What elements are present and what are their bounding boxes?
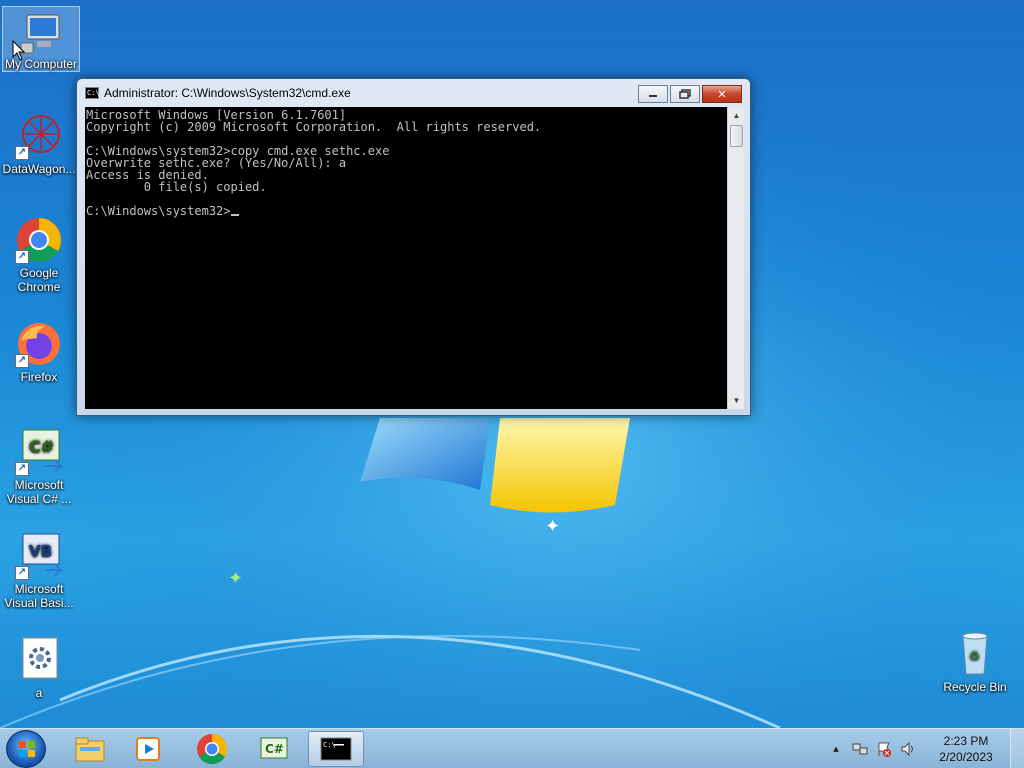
action-center-flag-icon[interactable]: [876, 741, 892, 757]
taskbar-media-player[interactable]: [120, 731, 176, 767]
desktop-icon-visual-csharp[interactable]: C# ↗ Microsoft Visual C# ...: [0, 428, 78, 506]
windows-logo-icon: [19, 741, 35, 757]
close-icon: ✕: [717, 88, 727, 101]
visual-csharp-icon: C#: [260, 737, 288, 759]
svg-text:C#: C#: [265, 742, 284, 756]
console-line: 0 file(s) copied.: [86, 180, 267, 194]
shortcut-arrow-icon: ↗: [15, 566, 29, 580]
desktop-icon-label: Firefox: [20, 370, 58, 384]
clock[interactable]: 2:23 PM 2/20/2023: [926, 733, 1006, 765]
maximize-button[interactable]: [670, 85, 700, 103]
start-button[interactable]: [6, 730, 46, 768]
svg-text:♻: ♻: [969, 649, 980, 663]
desktop-icon-label: Google Chrome: [17, 266, 61, 294]
minimize-icon: [649, 95, 657, 97]
network-icon[interactable]: [852, 741, 868, 757]
console-line: Copyright (c) 2009 Microsoft Corporation…: [86, 120, 542, 134]
minimize-button[interactable]: [638, 85, 668, 103]
svg-text:✦: ✦: [545, 516, 560, 537]
datawagon-icon: ↗: [15, 112, 63, 160]
desktop-icon-recycle-bin[interactable]: ♻ Recycle Bin: [936, 630, 1014, 694]
console-prompt-line[interactable]: C:\Windows\system32>: [86, 205, 726, 217]
desktop-icon-a[interactable]: a: [0, 636, 78, 700]
clock-time: 2:23 PM: [943, 734, 989, 748]
scroll-up-arrow-icon[interactable]: ▲: [728, 107, 745, 124]
show-hidden-icons-icon[interactable]: ▴: [828, 741, 844, 757]
restore-icon: [679, 89, 691, 99]
visual-csharp-icon: C# ↗: [15, 428, 64, 476]
taskbar-cmd[interactable]: C:\: [308, 731, 364, 767]
scroll-down-arrow-icon[interactable]: ▼: [728, 392, 745, 409]
chrome-icon: [197, 734, 228, 765]
desktop-icon-my-computer[interactable]: My Computer: [2, 6, 80, 72]
desktop-icon-label: Microsoft Visual C# ...: [6, 478, 72, 506]
window-titlebar[interactable]: C:\ Administrator: C:\Windows\System32\c…: [77, 79, 750, 107]
recycle-bin-icon: ♻: [951, 630, 999, 678]
svg-text:C#: C#: [29, 437, 54, 456]
desktop-icon-label: a: [35, 686, 43, 700]
firefox-icon: ↗: [15, 320, 63, 368]
system-tray: ▴ 2:23 PM 2/20/2023: [824, 729, 1024, 768]
clock-date: 2/20/2023: [939, 750, 993, 764]
show-desktop-button[interactable]: [1010, 729, 1024, 768]
desktop-icon-datawagon[interactable]: ↗ DataWagon...: [0, 112, 78, 176]
folder-icon: [75, 737, 105, 762]
console-prompt: C:\Windows\system32>: [86, 204, 231, 218]
text-cursor: [230, 214, 239, 216]
taskbar-visual-csharp[interactable]: C#: [246, 731, 302, 767]
volume-icon[interactable]: [900, 741, 916, 757]
shortcut-arrow-icon: ↗: [15, 354, 29, 368]
cmd-icon: C:\: [320, 737, 352, 761]
media-player-icon: [136, 737, 160, 761]
desktop-icon-label: DataWagon...: [2, 162, 76, 176]
cmd-window[interactable]: C:\ Administrator: C:\Windows\System32\c…: [76, 78, 751, 416]
shortcut-arrow-icon: ↗: [15, 146, 29, 160]
shortcut-arrow-icon: ↗: [15, 462, 29, 476]
shortcut-arrow-icon: ↗: [15, 250, 29, 264]
visual-basic-icon: VB ↗: [15, 532, 64, 580]
chrome-icon: ↗: [15, 216, 63, 264]
svg-text:C:\: C:\: [323, 741, 336, 749]
taskbar-chrome[interactable]: [184, 731, 240, 767]
mouse-cursor-icon: [12, 40, 26, 61]
desktop-icon-firefox[interactable]: ↗ Firefox: [0, 320, 78, 384]
settings-file-icon: [15, 636, 63, 684]
taskbar: C# C:\ ▴ 2:23 PM 2/20/2023: [0, 728, 1024, 768]
window-title: Administrator: C:\Windows\System32\cmd.e…: [104, 86, 351, 100]
svg-text:✦: ✦: [228, 568, 243, 589]
desktop-icon-label: Microsoft Visual Basi...: [4, 582, 74, 610]
cmd-app-icon: C:\: [85, 87, 100, 99]
console-output[interactable]: Microsoft Windows [Version 6.1.7601] Copy…: [85, 107, 727, 409]
svg-text:VB: VB: [29, 542, 52, 560]
taskbar-explorer[interactable]: [62, 731, 118, 767]
desktop-icon-label: Recycle Bin: [943, 680, 1007, 694]
scrollbar-thumb[interactable]: [730, 125, 743, 147]
desktop-icon-google-chrome[interactable]: ↗ Google Chrome: [0, 216, 78, 294]
vertical-scrollbar[interactable]: ▲ ▼: [727, 107, 744, 409]
close-button[interactable]: ✕: [702, 85, 742, 103]
desktop-icon-visual-basic[interactable]: VB ↗ Microsoft Visual Basi...: [0, 532, 78, 610]
